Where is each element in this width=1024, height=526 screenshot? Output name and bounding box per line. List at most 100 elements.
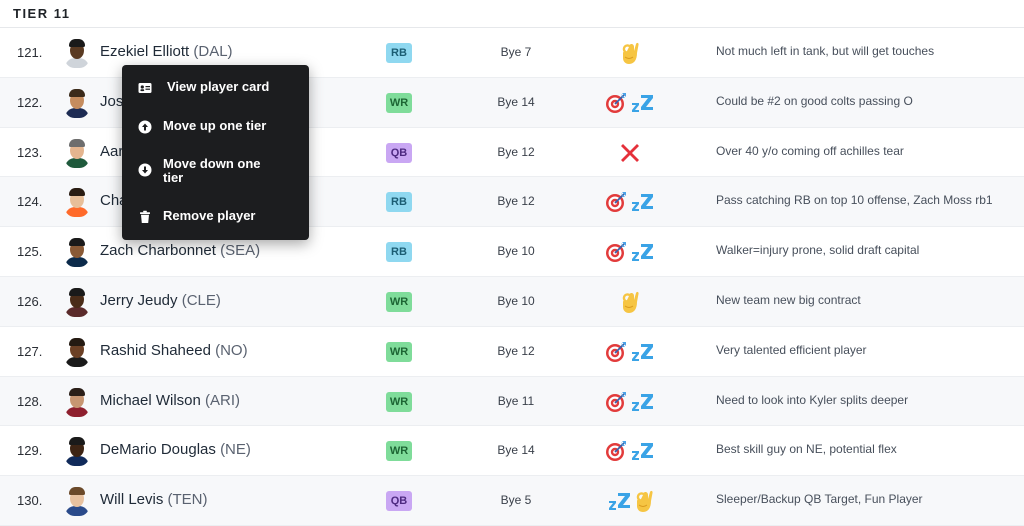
player-name[interactable]: DeMario Douglas (NE) bbox=[100, 441, 251, 458]
bye-week: Bye 12 bbox=[497, 343, 535, 358]
ok-hand-icon bbox=[622, 291, 639, 313]
player-name-text: Zach Charbonnet bbox=[100, 242, 216, 260]
player-name[interactable]: Ezekiel Elliott (DAL) bbox=[100, 43, 233, 60]
player-tags bbox=[602, 239, 658, 265]
player-tags bbox=[602, 389, 658, 415]
target-icon bbox=[606, 242, 626, 263]
bye-week: Bye 10 bbox=[497, 293, 535, 308]
menu-item-move-up-one-tier[interactable]: Move up one tier bbox=[122, 112, 309, 142]
bye-week: Bye 14 bbox=[497, 94, 535, 109]
player-avatar[interactable] bbox=[64, 138, 90, 168]
sleep-icon bbox=[609, 493, 630, 511]
trash-icon bbox=[140, 210, 150, 223]
player-tags bbox=[602, 40, 658, 66]
player-tags bbox=[602, 140, 658, 166]
player-rank: 124. bbox=[17, 194, 43, 210]
player-note[interactable]: New team new big contract bbox=[716, 293, 861, 307]
sleep-icon bbox=[632, 244, 653, 262]
player-name-text: DeMario Douglas bbox=[100, 441, 216, 459]
player-note[interactable]: Could be #2 on good colts passing O bbox=[716, 94, 913, 108]
player-tags bbox=[602, 339, 658, 365]
player-row[interactable]: 130. Will Levis (TEN) QB Bye 5 Sleeper/Backu… bbox=[0, 476, 1024, 526]
target-icon bbox=[606, 441, 626, 462]
player-name[interactable]: Will Levis (TEN) bbox=[100, 491, 208, 508]
bye-week: Bye 10 bbox=[497, 244, 535, 259]
player-name-text: Ezekiel Elliott bbox=[100, 43, 190, 60]
player-note[interactable]: Need to look into Kyler splits deeper bbox=[716, 393, 908, 407]
player-note[interactable]: Pass catching RB on top 10 offense, Zach… bbox=[716, 193, 993, 207]
position-badge: WR bbox=[386, 92, 412, 113]
player-team: (NO) bbox=[215, 341, 248, 359]
player-name[interactable]: Jerry Jeudy (CLE) bbox=[100, 292, 221, 309]
player-row[interactable]: 127. Rashid Shaheed (NO) WR Bye 12 Very tale… bbox=[0, 326, 1024, 377]
tier-title: TIER 11 bbox=[13, 6, 71, 21]
player-avatar[interactable] bbox=[64, 38, 90, 68]
cross-mark-icon bbox=[621, 143, 639, 162]
player-avatar[interactable] bbox=[64, 337, 90, 367]
player-rank: 126. bbox=[17, 293, 43, 309]
player-note[interactable]: Walker=injury prone, solid draft capital bbox=[716, 243, 919, 257]
player-avatar[interactable] bbox=[64, 486, 90, 517]
position-badge: RB bbox=[386, 43, 412, 63]
target-icon bbox=[606, 341, 626, 362]
player-tags bbox=[602, 189, 658, 215]
sleep-icon bbox=[632, 443, 653, 461]
target-icon bbox=[606, 391, 626, 412]
sleep-icon bbox=[632, 194, 653, 212]
bye-week: Bye 11 bbox=[497, 393, 535, 408]
player-name[interactable]: Rashid Shaheed (NO) bbox=[100, 342, 248, 359]
player-name[interactable]: Michael Wilson (ARI) bbox=[100, 392, 240, 409]
menu-item-move-down-one-tier[interactable]: Move down one tier bbox=[122, 151, 309, 191]
player-name-text: Michael Wilson bbox=[100, 391, 201, 409]
player-tags bbox=[602, 90, 658, 116]
bye-week: Bye 5 bbox=[500, 493, 532, 508]
arrow-down-circle-icon bbox=[138, 163, 152, 177]
player-row[interactable]: 129. DeMario Douglas (NE) WR Bye 14 Best ski… bbox=[0, 426, 1024, 477]
player-row[interactable]: 126. Jerry Jeudy (CLE) WR Bye 10 New team ne… bbox=[0, 276, 1024, 327]
player-team: (DAL) bbox=[193, 43, 233, 60]
player-note[interactable]: Over 40 y/o coming off achilles tear bbox=[716, 144, 904, 158]
player-tags bbox=[602, 488, 658, 514]
menu-item-label: Remove player bbox=[163, 208, 256, 223]
player-rank: 122. bbox=[17, 94, 43, 110]
target-icon bbox=[606, 92, 626, 113]
player-name[interactable]: Zach Charbonnet (SEA) bbox=[100, 242, 260, 259]
player-note[interactable]: Best skill guy on NE, potential flex bbox=[716, 442, 897, 456]
player-avatar[interactable] bbox=[64, 436, 90, 467]
position-badge: WR bbox=[386, 391, 412, 412]
bye-week: Bye 14 bbox=[497, 443, 535, 458]
player-note[interactable]: Very talented efficient player bbox=[716, 343, 867, 357]
player-note[interactable]: Sleeper/Backup QB Target, Fun Player bbox=[716, 492, 923, 506]
ok-hand-icon bbox=[622, 42, 639, 64]
player-avatar[interactable] bbox=[64, 88, 90, 118]
id-card-icon bbox=[138, 83, 152, 93]
player-avatar[interactable] bbox=[64, 187, 90, 218]
player-rank: 128. bbox=[17, 393, 43, 409]
player-team: (CLE) bbox=[181, 291, 221, 309]
player-name-text: Rashid Shaheed bbox=[100, 341, 211, 359]
player-tags bbox=[602, 289, 658, 315]
player-name-text: Will Levis bbox=[100, 491, 164, 509]
menu-item-remove-player[interactable]: Remove player bbox=[122, 202, 309, 232]
player-note[interactable]: Not much left in tank, but will get touc… bbox=[716, 44, 934, 58]
menu-item-label: View player card bbox=[167, 79, 270, 94]
player-avatar[interactable] bbox=[64, 287, 90, 317]
player-rank: 123. bbox=[17, 144, 43, 160]
position-badge: QB bbox=[386, 491, 412, 512]
position-badge: WR bbox=[386, 441, 412, 462]
player-rank: 127. bbox=[17, 343, 43, 359]
menu-item-view-player-card[interactable]: View player card bbox=[122, 73, 309, 103]
menu-item-label: Move up one tier bbox=[163, 118, 267, 133]
player-tags bbox=[602, 438, 658, 464]
player-row[interactable]: 128. Michael Wilson (ARI) WR Bye 11 Need to … bbox=[0, 376, 1024, 427]
position-badge: RB bbox=[386, 242, 412, 263]
sleep-icon bbox=[632, 393, 653, 411]
player-avatar[interactable] bbox=[64, 237, 90, 268]
player-rank: 121. bbox=[17, 45, 43, 60]
player-team: (NE) bbox=[220, 441, 251, 459]
player-rank: 130. bbox=[17, 493, 43, 509]
bye-week: Bye 7 bbox=[500, 45, 532, 59]
player-avatar[interactable] bbox=[64, 387, 90, 417]
position-badge: QB bbox=[386, 142, 412, 163]
ok-hand-icon bbox=[636, 491, 653, 513]
